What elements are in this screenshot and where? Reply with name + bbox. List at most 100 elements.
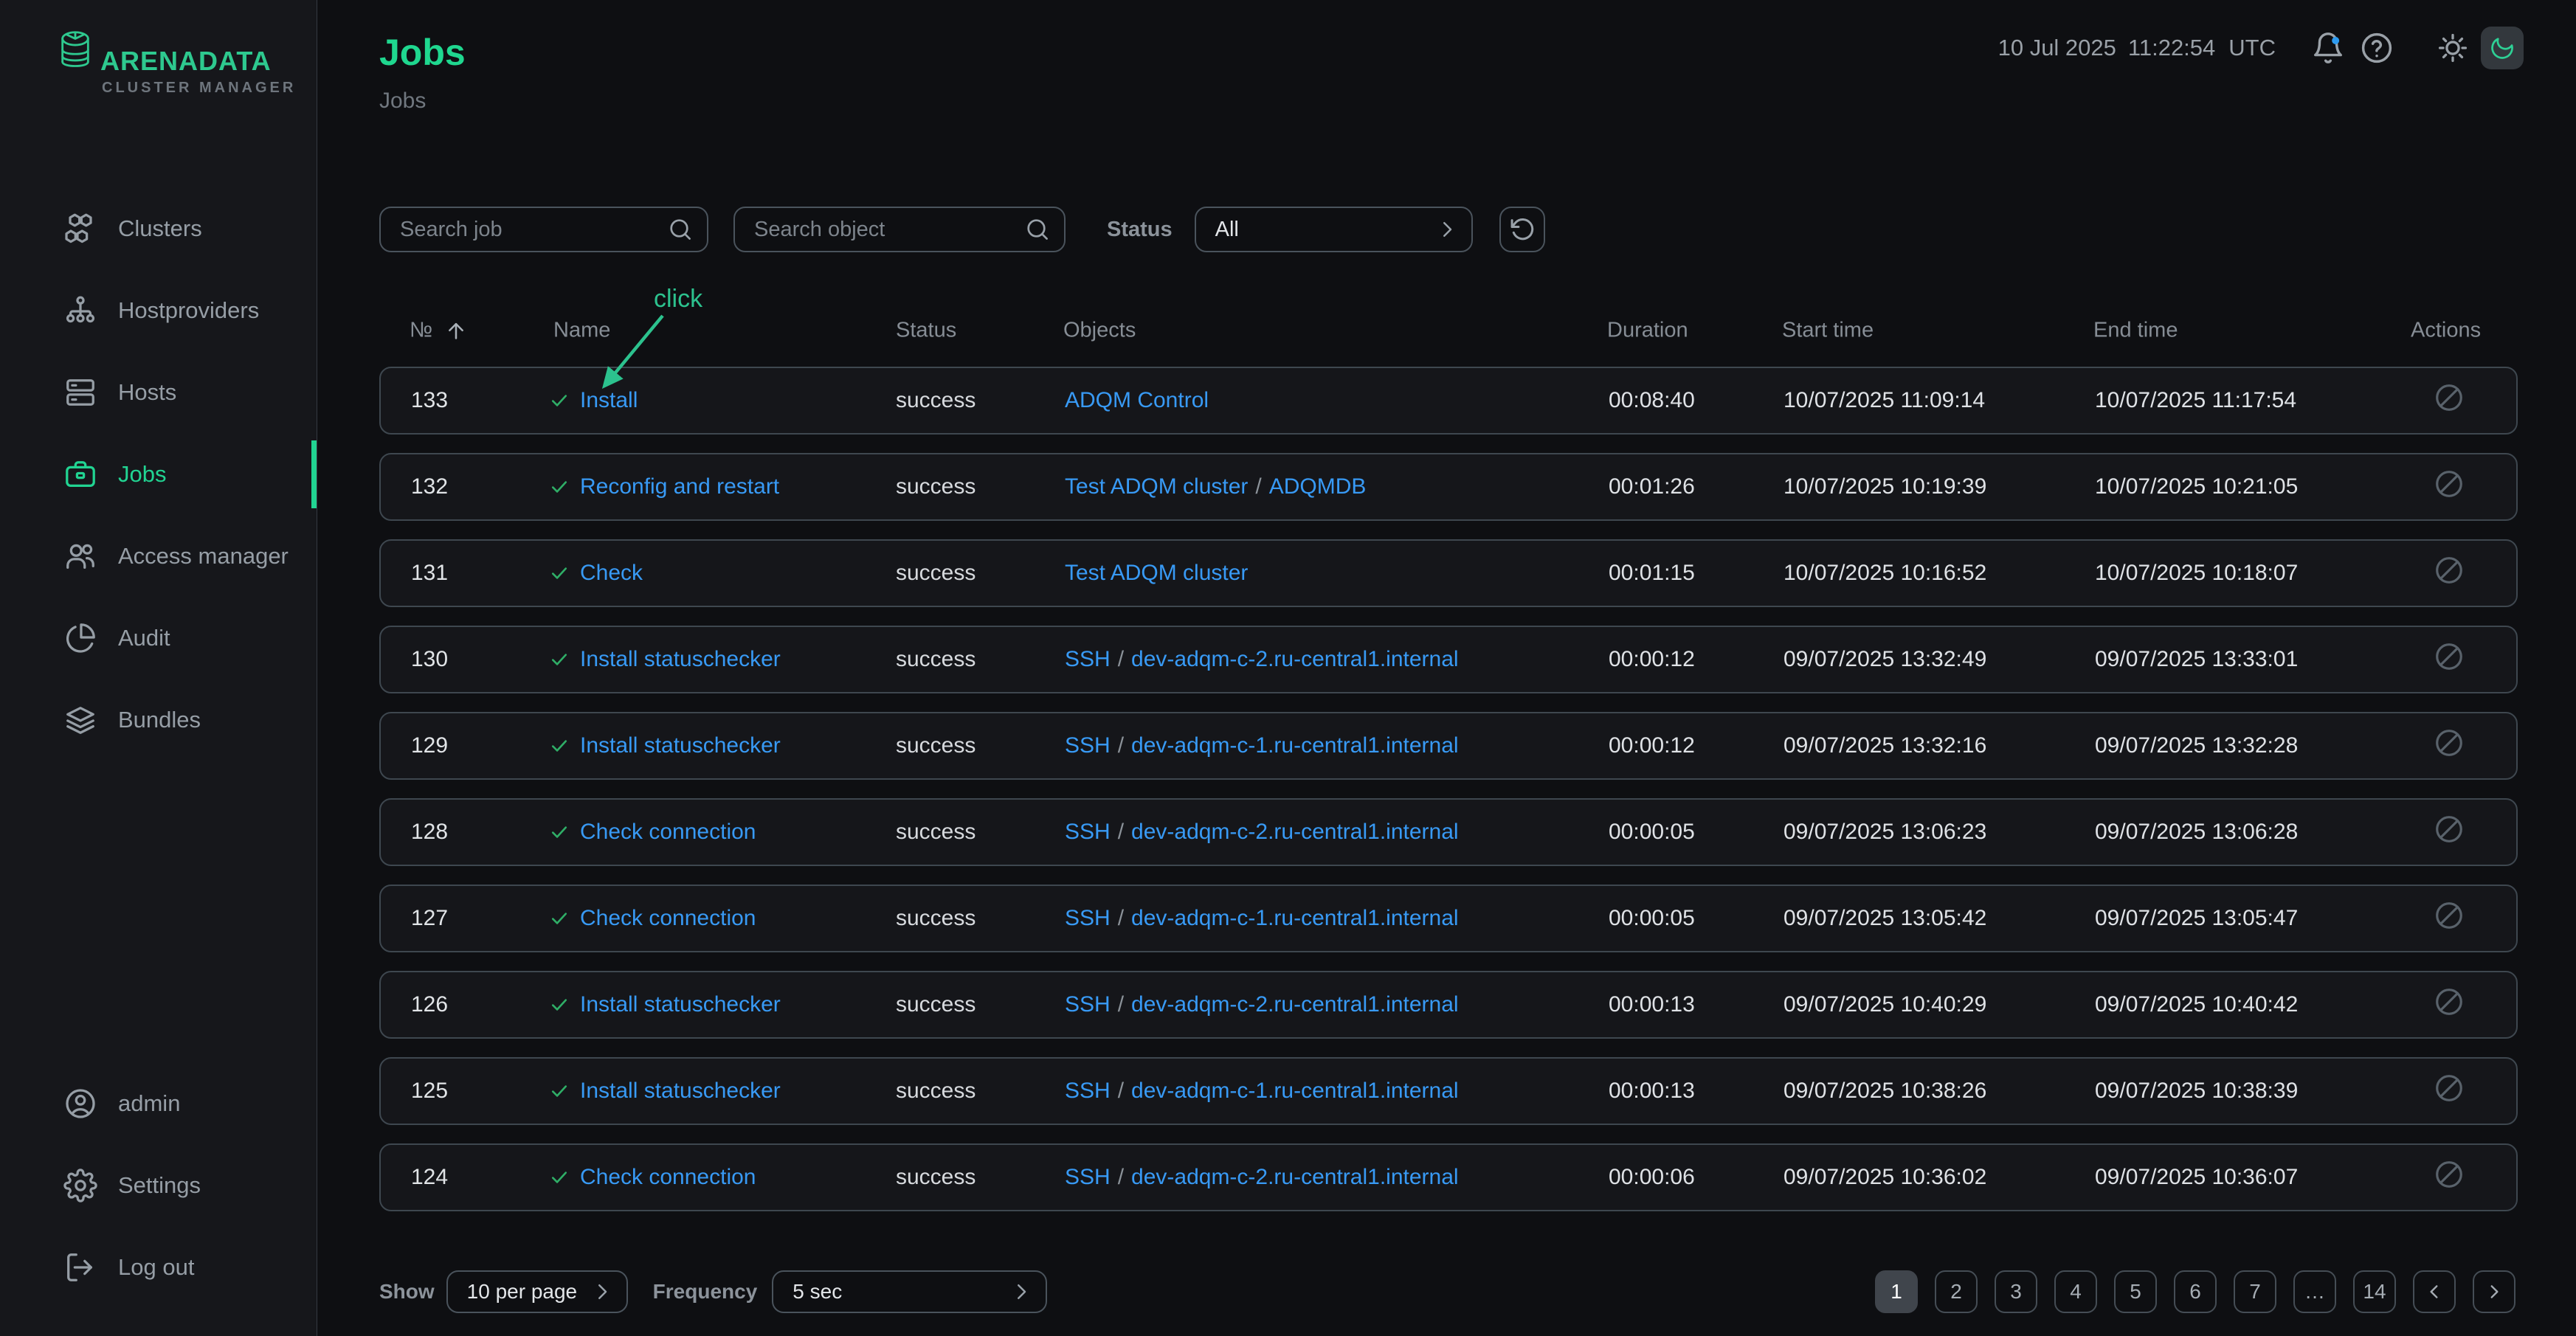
- next-page-button[interactable]: [2473, 1270, 2515, 1313]
- forbidden-icon[interactable]: [2434, 1159, 2465, 1190]
- notifications-button[interactable]: [2311, 31, 2345, 65]
- object-link[interactable]: SSH: [1065, 733, 1111, 758]
- forbidden-icon[interactable]: [2434, 382, 2465, 413]
- job-objects: Test ADQM cluster/ADQMDB: [1065, 474, 1366, 499]
- page-button-1[interactable]: 1: [1875, 1270, 1918, 1313]
- job-name-link[interactable]: Check connection: [580, 906, 756, 931]
- page-button-3[interactable]: 3: [1995, 1270, 2037, 1313]
- job-start-time: 09/07/2025 13:06:23: [1783, 820, 1986, 845]
- job-actions-cell: [2434, 555, 2465, 592]
- column-header-num[interactable]: №: [410, 319, 468, 343]
- frequency-select[interactable]: 5 sec: [772, 1270, 1047, 1313]
- object-link[interactable]: dev-adqm-c-1.ru-central1.internal: [1131, 733, 1459, 758]
- object-link[interactable]: dev-adqm-c-1.ru-central1.internal: [1131, 906, 1459, 930]
- dark-theme-button[interactable]: [2481, 27, 2524, 69]
- object-link[interactable]: dev-adqm-c-2.ru-central1.internal: [1131, 992, 1459, 1017]
- page-button-5[interactable]: 5: [2114, 1270, 2157, 1313]
- job-status: success: [896, 733, 976, 758]
- object-link[interactable]: dev-adqm-c-1.ru-central1.internal: [1131, 1079, 1459, 1103]
- job-status: success: [896, 388, 976, 413]
- success-check-icon: [549, 563, 570, 584]
- job-name-link[interactable]: Check: [580, 561, 643, 586]
- object-link[interactable]: SSH: [1065, 647, 1111, 671]
- job-name-link[interactable]: Install: [580, 388, 638, 413]
- forbidden-icon[interactable]: [2434, 900, 2465, 931]
- search-object-input[interactable]: [733, 207, 1066, 252]
- status-filter-select[interactable]: All: [1195, 207, 1473, 252]
- success-check-icon: [549, 477, 570, 497]
- job-duration: 00:00:06: [1609, 1165, 1695, 1190]
- sidebar-item-bundles[interactable]: Bundles: [0, 696, 317, 744]
- object-link[interactable]: Test ADQM cluster: [1065, 474, 1248, 499]
- page-ellipsis[interactable]: …: [2293, 1270, 2336, 1313]
- chevron-right-icon: [591, 1281, 613, 1303]
- object-link[interactable]: dev-adqm-c-2.ru-central1.internal: [1131, 647, 1459, 671]
- page-button-2[interactable]: 2: [1935, 1270, 1978, 1313]
- object-link[interactable]: SSH: [1065, 1079, 1111, 1103]
- job-name-link[interactable]: Install statuschecker: [580, 647, 781, 672]
- object-separator: /: [1118, 1165, 1124, 1189]
- chevron-left-icon: [2425, 1282, 2444, 1301]
- page-button-6[interactable]: 6: [2174, 1270, 2217, 1313]
- sidebar-item-logout[interactable]: Log out: [0, 1244, 317, 1291]
- job-objects: SSH/dev-adqm-c-2.ru-central1.internal: [1065, 992, 1459, 1017]
- brand-name: ARENADATA: [100, 46, 296, 77]
- forbidden-icon[interactable]: [2434, 986, 2465, 1017]
- sidebar-item-label: Bundles: [118, 707, 201, 733]
- object-link[interactable]: dev-adqm-c-2.ru-central1.internal: [1131, 1165, 1459, 1189]
- job-start-time: 10/07/2025 11:09:14: [1783, 388, 1985, 413]
- sidebar-item-settings[interactable]: Settings: [0, 1162, 317, 1209]
- forbidden-icon[interactable]: [2434, 468, 2465, 499]
- sidebar-item-audit[interactable]: Audit: [0, 615, 317, 662]
- refresh-icon: [1508, 215, 1536, 243]
- job-name-cell: Install statuschecker: [549, 733, 781, 758]
- object-link[interactable]: ADQMDB: [1269, 474, 1367, 499]
- job-name-link[interactable]: Check connection: [580, 820, 756, 845]
- object-link[interactable]: SSH: [1065, 1165, 1111, 1189]
- sidebar-item-label: Access manager: [118, 543, 289, 570]
- object-link[interactable]: ADQM Control: [1065, 388, 1209, 412]
- sidebar-item-hosts[interactable]: Hosts: [0, 369, 317, 416]
- search-job-input[interactable]: [379, 207, 708, 252]
- page-button-14[interactable]: 14: [2353, 1270, 2396, 1313]
- per-page-select[interactable]: 10 per page: [446, 1270, 628, 1313]
- sidebar-item-clusters[interactable]: Clusters: [0, 205, 317, 252]
- page-button-4[interactable]: 4: [2054, 1270, 2097, 1313]
- refresh-button[interactable]: [1499, 207, 1545, 252]
- table-row: 124 Check connection success SSH/dev-adq…: [379, 1143, 2518, 1211]
- object-link[interactable]: SSH: [1065, 992, 1111, 1017]
- current-time: 11:22:54: [2128, 35, 2215, 61]
- sidebar-item-jobs[interactable]: Jobs: [0, 451, 317, 498]
- prev-page-button[interactable]: [2413, 1270, 2456, 1313]
- job-name-link[interactable]: Check connection: [580, 1165, 756, 1190]
- forbidden-icon[interactable]: [2434, 1073, 2465, 1104]
- topbar: 10 Jul 2025 11:22:54 UTC: [1998, 27, 2524, 69]
- arenadata-logo[interactable]: ARENADATA CLUSTER MANAGER: [56, 30, 296, 97]
- sidebar-item-access-manager[interactable]: Access manager: [0, 533, 317, 580]
- job-objects: ADQM Control: [1065, 388, 1209, 413]
- sidebar-item-hostproviders[interactable]: Hostproviders: [0, 287, 317, 334]
- job-duration: 00:00:13: [1609, 992, 1695, 1017]
- light-theme-button[interactable]: [2437, 32, 2469, 64]
- forbidden-icon[interactable]: [2434, 727, 2465, 758]
- hosts-icon: [63, 375, 97, 409]
- object-link[interactable]: SSH: [1065, 820, 1111, 844]
- success-check-icon: [549, 822, 570, 842]
- help-button[interactable]: [2360, 31, 2394, 65]
- job-name-link[interactable]: Install statuschecker: [580, 992, 781, 1017]
- forbidden-icon[interactable]: [2434, 814, 2465, 845]
- page-button-7[interactable]: 7: [2234, 1270, 2276, 1313]
- forbidden-icon[interactable]: [2434, 555, 2465, 586]
- object-link[interactable]: dev-adqm-c-2.ru-central1.internal: [1131, 820, 1459, 844]
- forbidden-icon[interactable]: [2434, 641, 2465, 672]
- object-separator: /: [1118, 647, 1124, 671]
- job-start-time: 09/07/2025 13:05:42: [1783, 906, 1986, 931]
- job-name-link[interactable]: Reconfig and restart: [580, 474, 779, 499]
- job-name-link[interactable]: Install statuschecker: [580, 1079, 781, 1104]
- job-name-link[interactable]: Install statuschecker: [580, 733, 781, 758]
- object-link[interactable]: SSH: [1065, 906, 1111, 930]
- job-actions-cell: [2434, 1073, 2465, 1110]
- object-link[interactable]: Test ADQM cluster: [1065, 561, 1248, 585]
- sidebar-item-admin[interactable]: admin: [0, 1080, 317, 1127]
- job-name-cell: Check connection: [549, 820, 756, 845]
